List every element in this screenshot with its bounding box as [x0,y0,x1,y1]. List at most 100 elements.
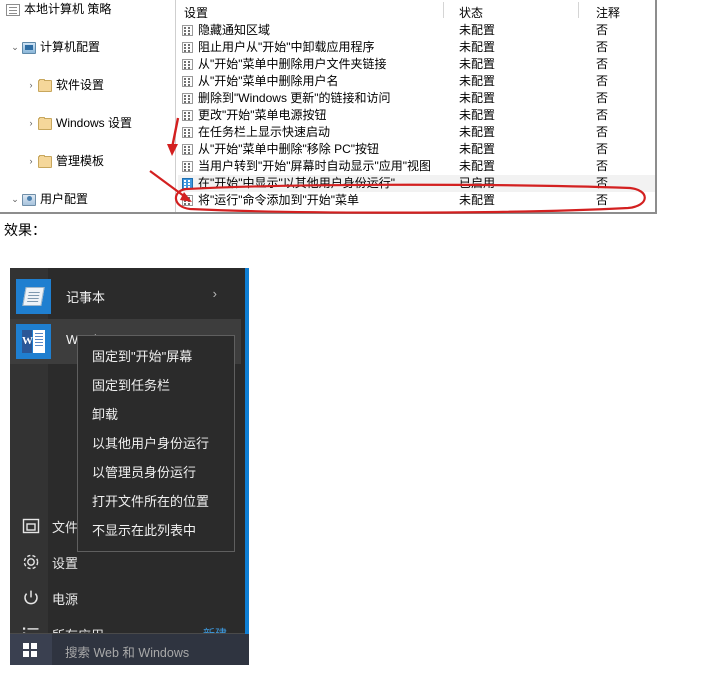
start-menu-accent-bar [245,268,249,638]
search-input[interactable]: 搜索 Web 和 Windows [65,642,189,661]
policy-setting-name: 当用户转到"开始"屏幕时自动显示"应用"视图 [198,159,432,173]
start-button[interactable] [10,634,52,665]
table-row[interactable]: 更改"开始"菜单电源按钮 未配置 否 [178,107,655,124]
taskbar: 搜索 Web 和 Windows [10,634,249,665]
tree-node-label: 计算机配置 [40,40,101,54]
policy-state: 未配置 [459,40,496,54]
chevron-down-icon[interactable]: ⌄ [10,38,20,57]
table-row[interactable]: 从"开始"菜单中删除用户文件夹链接 未配置 否 [178,56,655,73]
menu-item-pin-to-taskbar[interactable]: 固定到任务栏 [78,371,234,400]
policy-setting-icon [182,110,193,121]
menu-item-open-file-location[interactable]: 打开文件所在的位置 [78,487,234,516]
policy-state: 已启用 [459,176,496,190]
menu-item-run-as-administrator[interactable]: 以管理员身份运行 [78,458,234,487]
chevron-right-icon[interactable]: › [26,76,36,95]
policy-state: 未配置 [459,23,496,37]
policy-state: 未配置 [459,91,496,105]
policy-setting-icon [182,25,193,36]
table-row[interactable]: 删除到"Windows 更新"的链接和访问 未配置 否 [178,90,655,107]
policy-state: 未配置 [459,57,496,71]
screenshot-root: 本地计算机 策略 ⌄ 计算机配置 › 软件设置 › Windows 设置 › 管… [0,0,701,675]
tree-node-user-configuration[interactable]: ⌄ 用户配置 [0,190,176,209]
tree-node-label: 软件设置 [56,78,105,92]
policy-setting-icon [182,93,193,104]
policy-setting-name: 从"开始"菜单中删除用户文件夹链接 [198,57,387,71]
tree-node-software-settings-computer[interactable]: › 软件设置 [0,76,176,95]
table-row[interactable]: 在任务栏上显示快速启动 未配置 否 [178,124,655,141]
windows-logo-icon [23,643,38,657]
caption-text: 效果： [4,222,46,238]
tree-node-label: 本地计算机 策略 [24,2,112,16]
policy-setting-name: 从"开始"菜单中删除用户名 [198,74,339,88]
group-policy-editor-window: 本地计算机 策略 ⌄ 计算机配置 › 软件设置 › Windows 设置 › 管… [0,0,657,214]
word-icon: W [16,324,51,359]
gear-icon [22,553,40,571]
policy-setting-name: 将"运行"命令添加到"开始"菜单 [198,193,360,207]
folder-icon [38,155,52,168]
column-divider [578,2,579,18]
column-header-comment[interactable]: 注释 [596,4,620,21]
policy-list-header: 设置 状态 注释 [178,0,655,22]
menu-item-run-as-different-user[interactable]: 以其他用户身份运行 [78,429,234,458]
policy-tree-pane[interactable]: 本地计算机 策略 ⌄ 计算机配置 › 软件设置 › Windows 设置 › 管… [0,0,176,212]
table-row[interactable]: 将"运行"命令添加到"开始"菜单 未配置 否 [178,192,655,209]
folder-icon [38,117,52,130]
table-row[interactable]: 隐藏通知区域 未配置 否 [178,22,655,39]
column-header-setting[interactable]: 设置 [184,4,208,21]
item-label: 设置 [52,556,79,571]
policy-state: 未配置 [459,193,496,207]
policy-comment: 否 [596,40,609,54]
policy-setting-icon [182,127,193,138]
policy-doc-icon [6,4,20,16]
policy-setting-name: 从"开始"菜单中删除"移除 PC"按钮 [198,142,380,156]
policy-setting-icon [182,59,193,70]
notepad-icon [16,279,51,314]
policy-setting-name: 阻止用户从"开始"中卸载应用程序 [198,40,375,54]
table-row-selected[interactable]: 在"开始"中显示"以其他用户身份运行" 已启用 否 [178,175,655,192]
tree-node-computer-configuration[interactable]: ⌄ 计算机配置 [0,38,176,57]
policy-setting-name: 在"开始"中显示"以其他用户身份运行" [198,176,396,190]
table-row[interactable]: 从"开始"菜单中删除用户名 未配置 否 [178,73,655,90]
menu-item-dont-show-in-this-list[interactable]: 不显示在此列表中 [78,516,234,545]
start-menu-app-notepad[interactable]: 记事本 › [10,274,241,319]
policy-state: 未配置 [459,142,496,156]
policy-setting-name: 删除到"Windows 更新"的链接和访问 [198,91,391,105]
tree-node-windows-settings-computer[interactable]: › Windows 设置 [0,114,176,133]
table-row[interactable]: 阻止用户从"开始"中卸载应用程序 未配置 否 [178,39,655,56]
policy-list-pane[interactable]: 设置 状态 注释 隐藏通知区域 未配置 否 阻止用户从"开始"中卸载应用程序 未… [178,0,655,212]
chevron-right-icon[interactable]: › [26,152,36,171]
user-config-icon [22,194,36,206]
chevron-down-icon[interactable]: ⌄ [10,190,20,209]
start-menu-item-power[interactable]: 电源 [10,580,241,616]
chevron-right-icon[interactable]: › [213,286,217,301]
policy-comment: 否 [596,108,609,122]
tree-node-label: Windows 设置 [56,116,133,130]
column-header-state[interactable]: 状态 [459,4,483,21]
tree-node-local-computer-policy[interactable]: 本地计算机 策略 [0,0,176,19]
app-context-menu: 固定到"开始"屏幕 固定到任务栏 卸载 以其他用户身份运行 以管理员身份运行 打… [77,335,235,552]
policy-setting-icon [182,195,193,206]
policy-setting-icon [182,42,193,53]
folder-icon [38,79,52,92]
policy-state: 未配置 [459,125,496,139]
tree-node-label: 用户配置 [40,192,89,206]
policy-setting-icon [182,76,193,87]
policy-state: 未配置 [459,74,496,88]
table-row[interactable]: 从"开始"菜单中删除"移除 PC"按钮 未配置 否 [178,141,655,158]
computer-config-icon [22,42,36,54]
policy-setting-name: 隐藏通知区域 [198,23,271,37]
policy-comment: 否 [596,74,609,88]
tree-node-admin-templates-computer[interactable]: › 管理模板 [0,152,176,171]
policy-setting-icon [182,144,193,155]
menu-item-pin-to-start[interactable]: 固定到"开始"屏幕 [78,342,234,371]
menu-item-uninstall[interactable]: 卸载 [78,400,234,429]
chevron-right-icon[interactable]: › [26,114,36,133]
power-icon [22,589,40,607]
table-row[interactable]: 当用户转到"开始"屏幕时自动显示"应用"视图 未配置 否 [178,158,655,175]
policy-comment: 否 [596,125,609,139]
policy-comment: 否 [596,142,609,156]
policy-comment: 否 [596,57,609,71]
column-divider [443,2,444,18]
policy-comment: 否 [596,176,609,190]
policy-comment: 否 [596,159,609,173]
